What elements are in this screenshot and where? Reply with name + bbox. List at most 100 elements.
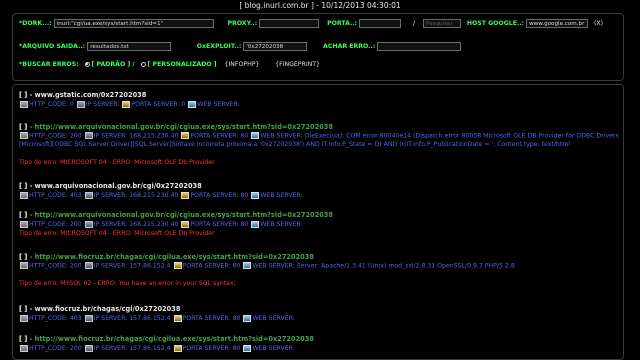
option-infophp[interactable]: {INFOPHP} (225, 61, 260, 68)
port-server: PORTA SERVER: 0 (131, 101, 186, 108)
window-title: [ blog.inurl.com.br ] - 10/12/2013 04:30… (239, 1, 401, 10)
result-bullet[interactable]: [ ] (19, 182, 27, 190)
result-bullet[interactable]: [ ] (19, 253, 27, 261)
port-server: PORTA SERVER: 80 (182, 345, 241, 352)
dork-input[interactable]: inurl:"cgi/ua.exe/sys/start.htm?sid=1" (53, 18, 214, 28)
form-row-1: *DORK...: inurl:"cgi/ua.exe/sys/start.ht… (19, 18, 603, 30)
port-icon (173, 314, 182, 322)
http-code: HTTP_CODE: 200 (29, 345, 82, 352)
server-icon (84, 191, 93, 199)
port-icon (181, 132, 190, 139)
port-input[interactable] (359, 18, 402, 28)
search-input[interactable]: Pesquisar (422, 18, 461, 28)
radio-personalizado[interactable] (140, 61, 146, 67)
exploit-input[interactable]: '0x27202038 (243, 41, 308, 51)
search-errors-label: *BUSCAR ERROS: (19, 61, 79, 68)
web-icon (188, 100, 197, 108)
port-server: PORTA SERVER: 80 (190, 132, 249, 140)
error-type: Tipo de erro: MICROSOFT 04 - ERRO: Micro… (19, 230, 215, 237)
web-server: WEB SERVER: Server: Apache/1.3.41 (Unix)… (252, 262, 515, 270)
http-icon (20, 220, 28, 228)
result-bullet[interactable]: [ ] (19, 123, 27, 131)
radio-padrao[interactable] (84, 61, 90, 67)
http-icon (20, 100, 28, 108)
port-icon (181, 220, 190, 228)
web-server: WEB SERVER: (260, 192, 303, 199)
result-bullet[interactable]: [ ] (19, 305, 27, 313)
save-file-label: *ARQUIVO SAIDA..: (19, 43, 86, 50)
result-bullet[interactable]: [ ] (19, 91, 27, 99)
result-item: [ ] - http://www.fiocruz.br/chagas/cgi/c… (19, 253, 619, 288)
web-server: WEB SERVER: (252, 345, 295, 352)
port-icon (122, 100, 131, 108)
web-server: WEB SERVER: (252, 315, 295, 322)
web-icon (243, 344, 252, 352)
result-url[interactable]: - www.gstatic.com/0x27202038 (30, 91, 147, 99)
result-url[interactable]: - http://www.arquivonacional.gov.br/cgi/… (30, 123, 333, 131)
port-icon (173, 262, 182, 269)
server-icon (84, 314, 93, 322)
web-icon (251, 220, 260, 228)
ip-server: IP SERVER: (85, 101, 120, 108)
find-error-label: ACHAR ERRO..: (323, 43, 376, 50)
close-button[interactable]: (X) (594, 20, 603, 27)
error-type: Tipo de erro: MYSQL 02 - ERRO: You have … (19, 280, 236, 287)
result-item: [ ] - www.gstatic.com/0x27202038 HTTP_CO… (19, 91, 619, 109)
http-code: HTTP_CODE: 403 (29, 192, 82, 199)
server-icon (76, 100, 85, 108)
result-url[interactable]: - http://www.fiocruz.br/chagas/cgi/cgilu… (30, 335, 314, 343)
result-url[interactable]: - http://www.arquivonacional.gov.br/cgi/… (30, 211, 333, 219)
host-google-label: HOST GOOGLE..: (466, 20, 525, 27)
exploit-label: OxEXPLOIT..: (196, 43, 242, 50)
port-icon (181, 191, 190, 199)
ip-server: IP SERVER: 168.215.230.40 (93, 221, 179, 228)
result-url[interactable]: - http://www.fiocruz.br/chagas/cgi/cgilu… (30, 253, 314, 261)
server-icon (84, 220, 93, 228)
http-icon (20, 344, 28, 352)
port-server: PORTA SERVER: 80 (182, 262, 241, 270)
http-code: HTTP_CODE: 200 (29, 132, 82, 140)
result-item: [ ] - http://www.fiocruz.br/chagas/cgi/c… (19, 335, 619, 353)
dork-label: *DORK...: (19, 20, 52, 27)
web-server: WEB SERVER: (197, 101, 240, 108)
result-url[interactable]: - www.fiocruz.br/chagas/cgi/0x27202038 (30, 305, 181, 313)
ip-server: IP SERVER: 168.215.230.40 (93, 192, 179, 199)
web-icon (243, 314, 252, 322)
save-file-input[interactable]: resultados.txt (87, 41, 172, 51)
ip-server: IP SERVER: 157.86.152.4 (93, 315, 171, 322)
server-icon (84, 262, 93, 269)
web-icon (251, 191, 260, 199)
host-google-input[interactable]: www.google.com.br (526, 18, 589, 28)
http-icon (20, 314, 28, 322)
port-server: PORTA SERVER: 80 (190, 192, 249, 199)
result-item: [ ] - http://www.arquivonacional.gov.br/… (19, 123, 619, 167)
http-code: HTTP_CODE: 200 (29, 221, 82, 228)
http-icon (20, 191, 28, 199)
port-server: PORTA SERVER: 80 (190, 221, 249, 228)
ip-server: IP SERVER: 157.86.152.4 (93, 262, 171, 270)
find-error-input[interactable] (377, 41, 462, 51)
option-padrao-label: [ PADRÃO ] / (91, 61, 135, 68)
web-icon (243, 262, 252, 269)
web-server: WEB SERVER: (260, 221, 303, 228)
http-code: HTTP_CODE: 403 (29, 315, 82, 322)
proxy-input[interactable] (259, 18, 320, 28)
result-item: [ ] - www.fiocruz.br/chagas/cgi/0x272020… (19, 305, 619, 323)
proxy-label: PROXY..: (227, 20, 258, 27)
port-server: PORTA SERVER: 80 (182, 315, 241, 322)
http-icon (20, 262, 28, 269)
web-icon (251, 132, 260, 139)
result-url[interactable]: - www.arquivonacional.gov.br/cgi/0x27202… (30, 182, 202, 190)
ip-server: IP SERVER: 168.215.230.40 (93, 132, 179, 140)
option-fingerprint[interactable]: {FINGEPRINT} (275, 61, 320, 68)
search-form-panel: *DORK...: inurl:"cgi/ua.exe/sys/start.ht… (12, 13, 624, 81)
option-personalizado-label: [ PERSONALIZADO ] (147, 61, 217, 68)
error-type: Tipo de erro: MICROSOFT 04 - ERRO: Micro… (19, 159, 215, 166)
form-row-3: *BUSCAR ERROS: [ PADRÃO ] / [ PERSONALIZ… (19, 59, 320, 71)
result-bullet[interactable]: [ ] (19, 335, 27, 343)
form-row-2: *ARQUIVO SAIDA..: resultados.txt OxEXPLO… (19, 41, 462, 53)
port-label: PORTA..: (327, 20, 358, 27)
result-bullet[interactable]: [ ] (19, 211, 27, 219)
http-code: HTTP_CODE: 200 (29, 262, 82, 270)
server-icon (84, 344, 93, 352)
